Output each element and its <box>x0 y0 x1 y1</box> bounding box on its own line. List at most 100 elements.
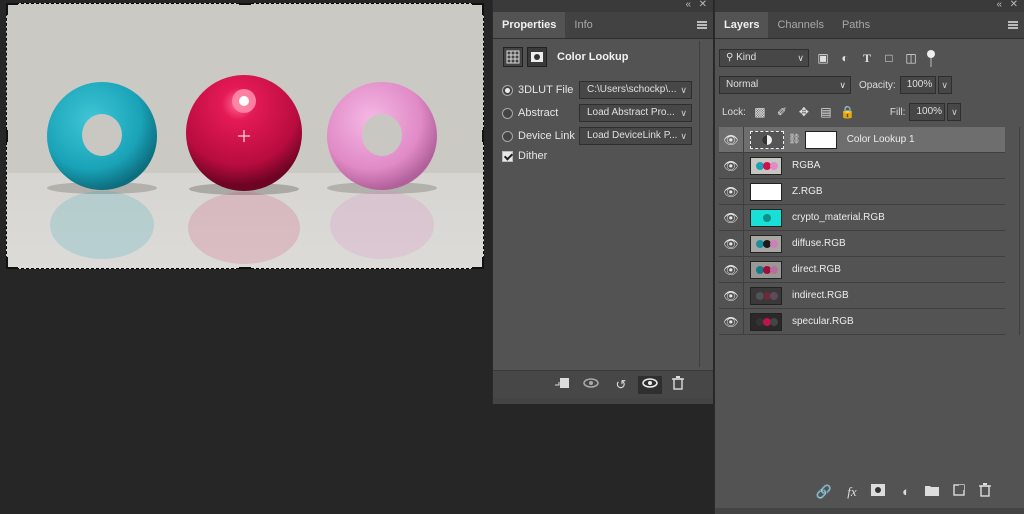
layer-row[interactable]: 👁 Z.RGB <box>719 178 1005 205</box>
panel-menu-icon[interactable] <box>697 21 707 29</box>
thumb-ball <box>770 265 778 274</box>
lock-position-icon[interactable]: ✥ <box>796 104 812 120</box>
layer-thumbnail <box>750 156 782 175</box>
radio-device-link[interactable] <box>502 130 513 142</box>
thumb-ball <box>770 317 778 326</box>
collapse-icon[interactable]: « <box>996 0 1002 10</box>
mask-icon[interactable] <box>527 47 547 67</box>
view-previous-state-icon[interactable] <box>583 376 601 394</box>
lock-artboard-icon[interactable]: ▤ <box>818 104 834 120</box>
device-link-dropdown[interactable]: Load DeviceLink P... ∨ <box>579 127 692 145</box>
opacity-slider-toggle[interactable]: ∨ <box>937 76 952 94</box>
visibility-eye-icon[interactable]: 👁 <box>719 159 743 173</box>
filter-toggle-icon[interactable] <box>923 50 939 67</box>
layer-row[interactable]: 👁 crypto_material.RGB <box>719 204 1005 231</box>
fill-input[interactable]: 100% <box>909 103 946 121</box>
transform-handle-bottom[interactable] <box>239 267 251 269</box>
thumb-ball <box>763 213 771 222</box>
tab-layers[interactable]: Layers <box>715 12 769 38</box>
divider <box>743 152 744 179</box>
visibility-icon[interactable] <box>638 376 662 394</box>
transform-handle-right[interactable] <box>482 130 484 142</box>
visibility-eye-icon[interactable]: 👁 <box>719 263 743 277</box>
new-layer-icon[interactable] <box>950 483 968 501</box>
properties-scrollbar[interactable] <box>699 41 700 367</box>
layer-name: direct.RGB <box>792 264 841 275</box>
filter-pixel-icon[interactable]: ▣ <box>815 50 831 66</box>
layer-thumbnail <box>750 182 782 201</box>
visibility-eye-icon[interactable]: 👁 <box>719 315 743 329</box>
filter-kind-dropdown[interactable]: ⚲ Kind ∨ <box>719 49 809 67</box>
collapse-icon[interactable]: « <box>685 0 691 10</box>
lock-row: Lock: ▩ ✐ ✥ ▤ 🔒 Fill: 100% ∨ <box>719 102 962 122</box>
visibility-eye-icon[interactable]: 👁 <box>719 185 743 199</box>
trash-icon[interactable] <box>669 376 687 394</box>
canvas-area[interactable] <box>0 0 492 514</box>
blend-mode-dropdown[interactable]: Normal ∨ <box>719 76 851 94</box>
fill-slider-toggle[interactable]: ∨ <box>947 103 962 121</box>
panel-menu-icon[interactable] <box>1008 21 1018 29</box>
tab-info[interactable]: Info <box>565 12 601 38</box>
layer-row[interactable]: 👁 diffuse.RGB <box>719 230 1005 257</box>
visibility-eye-icon[interactable]: 👁 <box>719 289 743 303</box>
transform-handle-top-left[interactable] <box>6 3 18 15</box>
visibility-eye-icon[interactable]: 👁 <box>719 237 743 251</box>
mask-link-icon[interactable]: ⛓ <box>788 134 801 145</box>
divider <box>743 230 744 257</box>
properties-header: Color Lookup <box>503 47 703 67</box>
divider <box>743 282 744 309</box>
clip-to-layer-icon[interactable] <box>553 376 571 394</box>
thumb-ball <box>770 239 778 248</box>
layer-row[interactable]: 👁 indirect.RGB <box>719 282 1005 309</box>
add-mask-icon[interactable] <box>869 483 887 501</box>
panel-resize-grip[interactable] <box>715 508 1024 514</box>
visibility-eye-icon[interactable]: 👁 <box>719 133 743 147</box>
filter-adjustment-icon[interactable]: ◐ <box>837 50 853 66</box>
transform-handle-bottom-right[interactable] <box>472 257 484 269</box>
abstract-dropdown[interactable]: Load Abstract Pro... ∨ <box>579 104 692 122</box>
layer-row[interactable]: 👁 ⛓ Color Lookup 1 <box>719 126 1005 153</box>
lock-transparent-icon[interactable]: ▩ <box>752 104 768 120</box>
radio-3dlut[interactable] <box>502 84 513 96</box>
3dlut-file-dropdown[interactable]: C:\Users\schockp\... ∨ <box>579 81 692 99</box>
adjustment-layer-icon[interactable]: ◐ <box>897 483 915 501</box>
transform-handle-bottom-left[interactable] <box>6 257 18 269</box>
filter-shape-icon[interactable]: □ <box>881 50 897 66</box>
layer-row[interactable]: 👁 direct.RGB <box>719 256 1005 283</box>
fx-icon[interactable]: fx <box>843 483 861 501</box>
close-icon[interactable]: ✕ <box>1010 0 1018 10</box>
divider <box>743 308 744 335</box>
layer-mask-thumbnail[interactable] <box>804 130 837 149</box>
properties-tabs: Properties Info <box>493 12 713 39</box>
option-dither[interactable]: Dither <box>502 147 702 165</box>
transform-handle-left[interactable] <box>6 130 8 142</box>
filter-smart-object-icon[interactable]: ◫ <box>903 50 919 66</box>
tab-properties[interactable]: Properties <box>493 12 566 38</box>
tab-channels[interactable]: Channels <box>768 12 832 38</box>
reset-icon[interactable]: ↺ <box>612 376 630 394</box>
tab-paths[interactable]: Paths <box>833 12 879 38</box>
transform-handle-top-right[interactable] <box>472 3 484 15</box>
dither-checkbox[interactable] <box>502 150 513 162</box>
new-group-icon[interactable] <box>923 483 941 501</box>
transform-handle-top[interactable] <box>239 3 251 5</box>
link-layers-icon[interactable]: 🔗 <box>815 483 833 501</box>
layers-scrollbar[interactable] <box>1019 127 1020 335</box>
lock-image-icon[interactable]: ✐ <box>774 104 790 120</box>
trash-icon[interactable] <box>976 483 994 501</box>
opacity-input[interactable]: 100% <box>899 76 936 94</box>
layer-thumbnail <box>750 312 782 331</box>
close-icon[interactable]: ✕ <box>699 0 707 10</box>
filter-type-icon[interactable]: T <box>859 50 875 66</box>
layer-row[interactable]: 👁 specular.RGB <box>719 308 1005 335</box>
visibility-eye-icon[interactable]: 👁 <box>719 211 743 225</box>
adjustment-grid-icon[interactable] <box>503 47 523 67</box>
radio-abstract[interactable] <box>502 107 513 119</box>
layer-name: indirect.RGB <box>792 290 849 301</box>
layer-row[interactable]: 👁 RGBA <box>719 152 1005 179</box>
lock-all-icon[interactable]: 🔒 <box>840 104 856 120</box>
document-image[interactable] <box>6 3 484 269</box>
layers-footer: 🔗 fx ◐ <box>715 478 1024 504</box>
panel-resize-grip[interactable] <box>493 398 713 404</box>
chevron-down-icon: ∨ <box>680 85 687 95</box>
